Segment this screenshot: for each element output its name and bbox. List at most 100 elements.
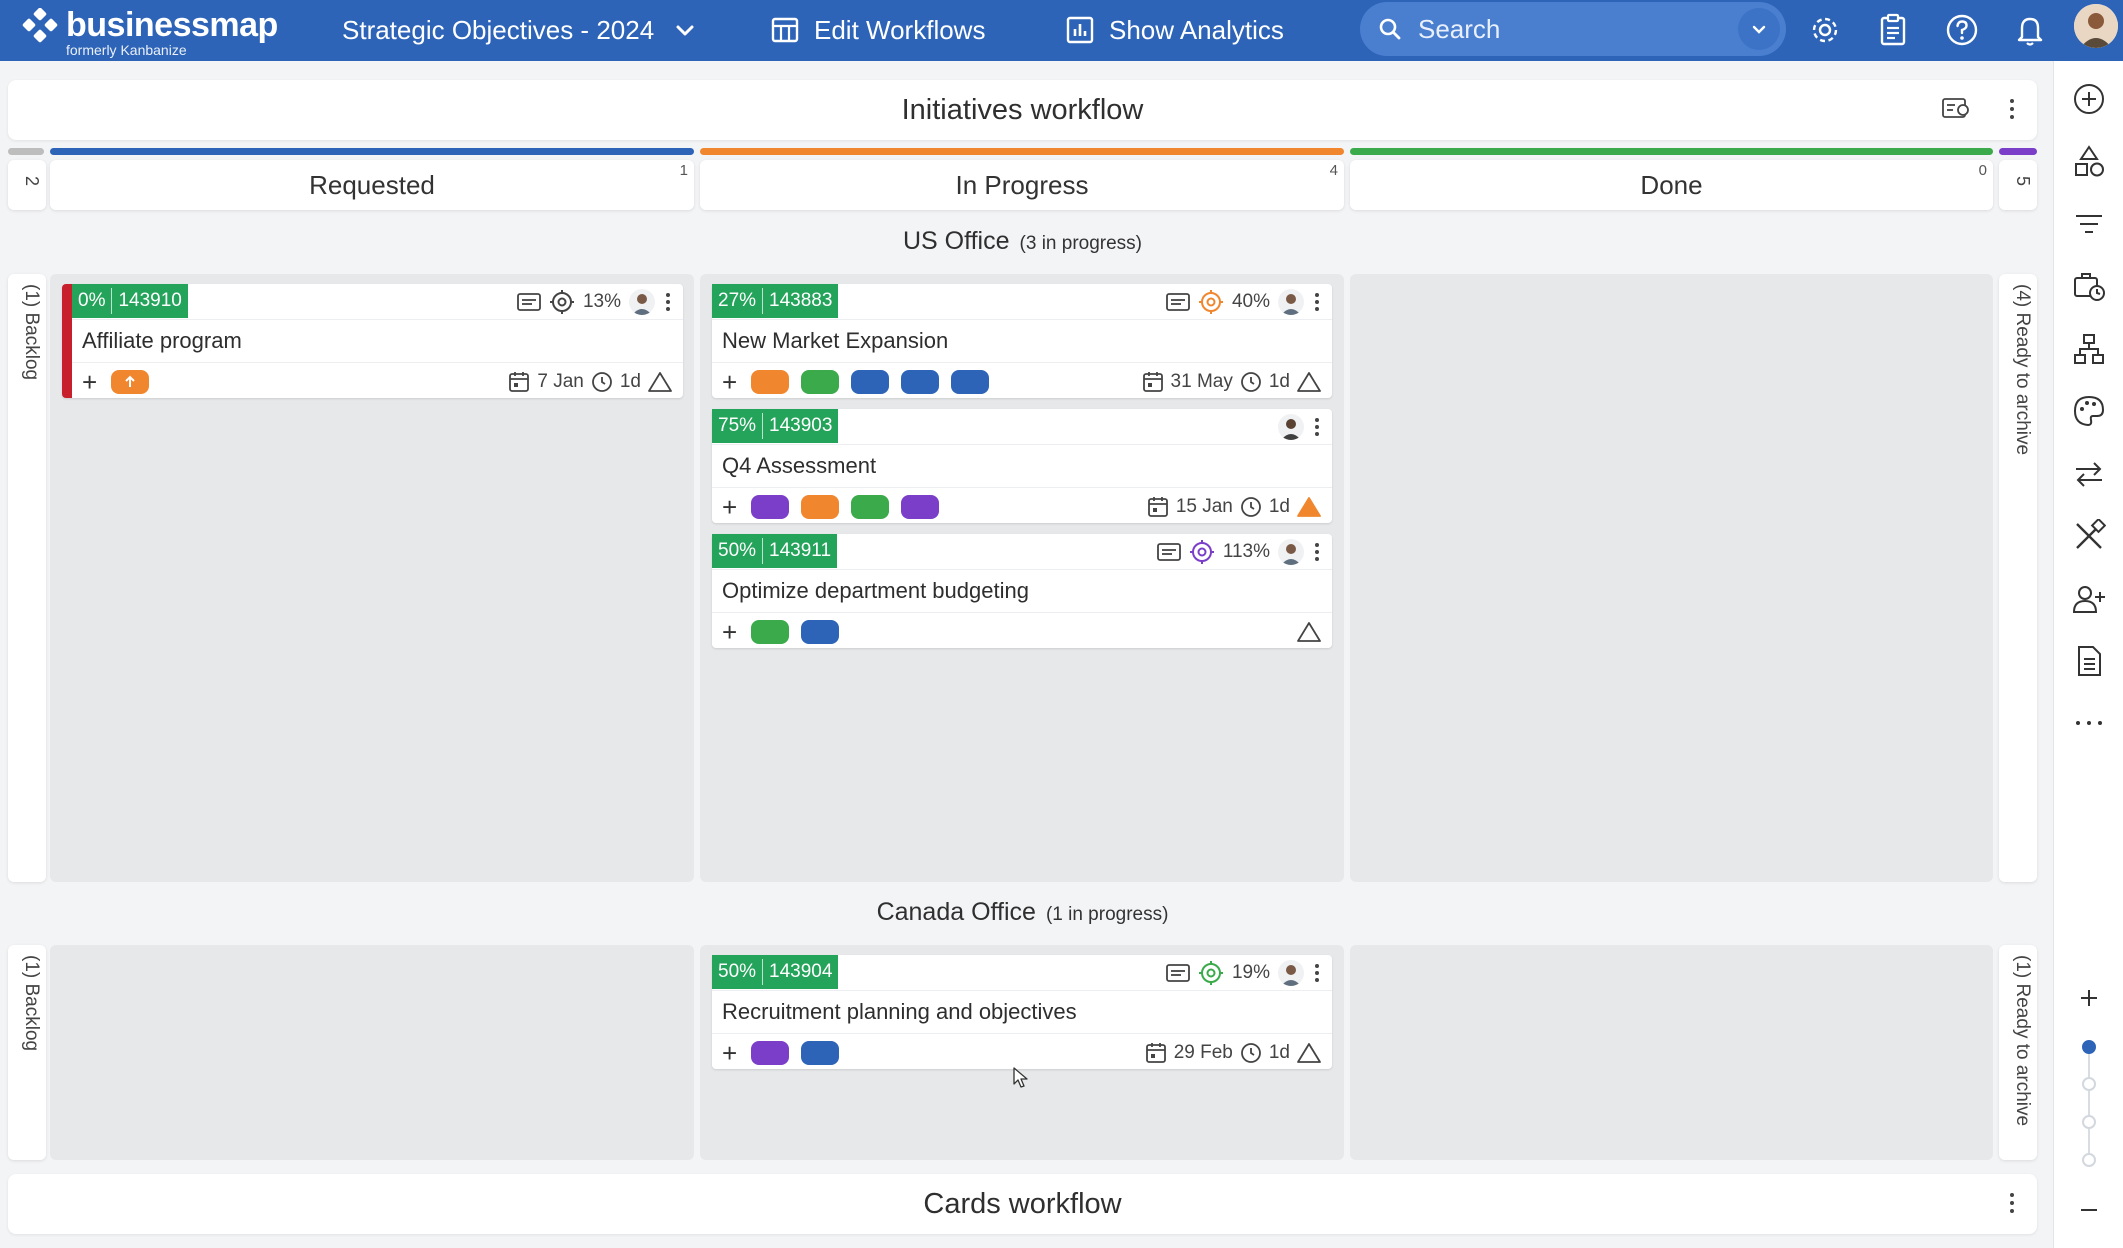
more-vertical-icon[interactable]: [1312, 290, 1322, 314]
zoom-level-dot[interactable]: [2082, 1153, 2096, 1167]
minus-icon: [2081, 1209, 2097, 1211]
tag[interactable]: [801, 495, 840, 519]
backlog-column-header[interactable]: 2: [8, 160, 46, 210]
tag[interactable]: [901, 495, 940, 519]
card-badge: 27% 143883: [712, 284, 839, 318]
settings-button[interactable]: [1805, 10, 1845, 50]
archive-column-header[interactable]: 5: [1999, 160, 2037, 210]
show-analytics-button[interactable]: Show Analytics: [1065, 9, 1284, 51]
arrow-up-icon: [125, 375, 135, 387]
lane-title-canada-office[interactable]: Canada Office (1 in progress): [0, 898, 2045, 927]
table-icon: [771, 17, 799, 43]
avatar-icon: [1281, 965, 1301, 986]
help-button[interactable]: [1942, 10, 1982, 50]
tag[interactable]: [751, 495, 790, 519]
cell-requested-canada: [50, 945, 694, 1160]
more-vertical-icon[interactable]: [2007, 96, 2017, 122]
add-tag-button[interactable]: +: [722, 1040, 737, 1066]
priority-tag[interactable]: [111, 370, 150, 394]
zoom-out-button[interactable]: [2069, 1190, 2109, 1230]
tag[interactable]: [951, 370, 990, 394]
board-selector[interactable]: Strategic Objectives - 2024: [342, 9, 696, 51]
tag[interactable]: [801, 620, 840, 644]
calendar-icon: [509, 372, 530, 392]
logo[interactable]: businessmap formerly Kanbanize: [20, 6, 278, 58]
more-vertical-icon[interactable]: [663, 290, 673, 314]
card[interactable]: 0% 143910 13% Affiliate program + 7 Jan 1…: [62, 284, 683, 398]
avatar[interactable]: [1278, 289, 1304, 315]
zoom-in-button[interactable]: [2069, 978, 2109, 1018]
archive-lane-canada[interactable]: (1) Ready to archive: [1999, 945, 2037, 1160]
lane-summary: (1 in progress): [1045, 904, 1169, 925]
add-tag-button[interactable]: +: [722, 369, 737, 395]
archive-lane-us[interactable]: (4) Ready to archive: [1999, 274, 2037, 882]
filter-button[interactable]: [2069, 204, 2109, 244]
cards-workflow-header: Cards workflow: [8, 1174, 2037, 1234]
card[interactable]: 27% 143883 40% New Market Expansion + 31 …: [712, 284, 1332, 398]
edit-workflows-button[interactable]: Edit Workflows: [770, 9, 985, 51]
card-id: 143903: [769, 415, 833, 436]
user-avatar[interactable]: [2074, 4, 2118, 48]
avatar[interactable]: [1278, 960, 1304, 986]
add-tag-button[interactable]: +: [82, 369, 97, 395]
tag[interactable]: [801, 370, 840, 394]
clipboard-icon: [1880, 13, 1906, 46]
more-vertical-icon[interactable]: [1312, 540, 1322, 564]
card[interactable]: 75% 143903 Q4 Assessment + 15 Jan 1d: [712, 409, 1332, 523]
card[interactable]: 50% 143911 113% Optimize department budge…: [712, 534, 1332, 648]
avatar[interactable]: [1278, 414, 1304, 440]
time-tracking-button[interactable]: [2069, 266, 2109, 306]
more-vertical-icon[interactable]: [1312, 415, 1322, 439]
chevron-down-icon: [1752, 25, 1766, 34]
search-options-button[interactable]: [1738, 8, 1780, 50]
tag[interactable]: [851, 370, 890, 394]
zoom-level-dot[interactable]: [2082, 1040, 2096, 1054]
column-header-requested[interactable]: Requested 1: [50, 160, 694, 210]
avatar[interactable]: [629, 289, 655, 315]
add-tag-button[interactable]: +: [722, 619, 737, 645]
backlog-lane-canada[interactable]: (1) Backlog: [8, 945, 46, 1160]
tag[interactable]: [751, 620, 790, 644]
tag[interactable]: [901, 370, 940, 394]
zoom-level-dot[interactable]: [2082, 1077, 2096, 1091]
description-icon: [517, 293, 541, 311]
column-header-in-progress[interactable]: In Progress 4: [700, 160, 1344, 210]
hierarchy-button[interactable]: [2069, 329, 2109, 369]
workflow-settings-icon[interactable]: [1941, 96, 1971, 122]
add-tag-button[interactable]: +: [722, 494, 737, 520]
tag[interactable]: [851, 495, 890, 519]
add-user-button[interactable]: [2069, 579, 2109, 619]
zoom-level-dot[interactable]: [2082, 1115, 2096, 1129]
shapes-button[interactable]: [2069, 141, 2109, 181]
document-button[interactable]: [2069, 641, 2109, 681]
more-vertical-icon[interactable]: [2007, 1190, 2017, 1216]
description-icon: [1166, 964, 1190, 982]
add-card-button[interactable]: [2069, 79, 2109, 119]
card[interactable]: 50% 143904 19% Recruitment planning and o…: [712, 955, 1332, 1069]
tag[interactable]: [751, 370, 790, 394]
avatar[interactable]: [1278, 539, 1304, 565]
board-notes-button[interactable]: [1873, 10, 1913, 50]
target-icon: [1198, 961, 1223, 985]
zoom-slider-track[interactable]: [2088, 1047, 2090, 1159]
more-vertical-icon[interactable]: [1312, 961, 1322, 985]
search-input[interactable]: Search: [1360, 2, 1786, 56]
tag[interactable]: [801, 1041, 840, 1065]
lane-name: US Office: [902, 227, 1010, 255]
backlog-lane-us[interactable]: (1) Backlog: [8, 274, 46, 882]
logo-mark-icon: [22, 8, 58, 43]
swap-button[interactable]: [2069, 454, 2109, 494]
tools-button[interactable]: [2069, 516, 2109, 556]
backlog-label: (1) Backlog: [21, 284, 42, 381]
lane-title-us-office[interactable]: US Office (3 in progress): [0, 227, 2045, 256]
card-progress: 40%: [1231, 291, 1270, 312]
colors-button[interactable]: [2069, 391, 2109, 431]
more-tools-button[interactable]: [2069, 703, 2109, 743]
in-progress-stripe: [700, 148, 1344, 155]
requested-stripe: [50, 148, 694, 155]
notifications-button[interactable]: [2010, 10, 2050, 50]
clock-icon: [1240, 1043, 1261, 1063]
tag[interactable]: [751, 1041, 790, 1065]
calendar-icon: [1145, 1043, 1166, 1063]
column-header-done[interactable]: Done 0: [1350, 160, 1993, 210]
